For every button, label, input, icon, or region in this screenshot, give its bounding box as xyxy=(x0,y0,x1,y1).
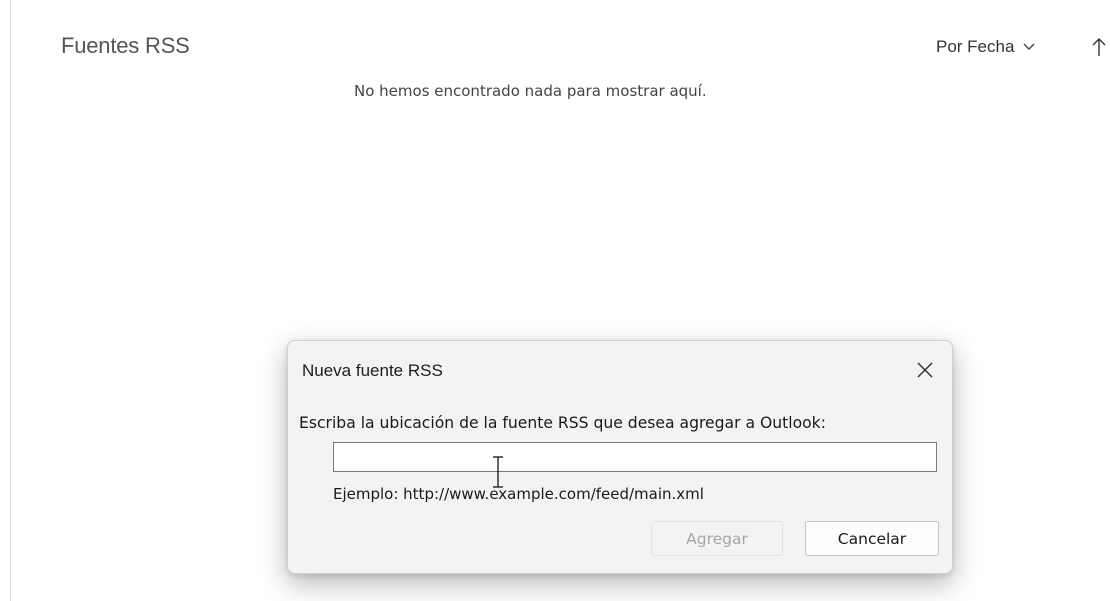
arrow-up-icon[interactable] xyxy=(1090,36,1108,58)
cancel-button[interactable]: Cancelar xyxy=(805,521,939,556)
folder-title: Fuentes RSS xyxy=(61,33,190,58)
close-button[interactable] xyxy=(910,355,940,385)
example-url-hint: Ejemplo: http://www.example.com/feed/mai… xyxy=(333,485,704,503)
sort-label: Por Fecha xyxy=(936,37,1015,56)
sort-dropdown[interactable]: Por Fecha xyxy=(936,37,1036,57)
rss-url-input[interactable] xyxy=(333,442,937,472)
dialog-prompt: Escriba la ubicación de la fuente RSS qu… xyxy=(299,414,826,432)
add-button[interactable]: Agregar xyxy=(651,521,783,556)
new-rss-feed-dialog: Nueva fuente RSS Escriba la ubicación de… xyxy=(287,340,953,574)
chevron-down-icon xyxy=(1023,43,1035,50)
close-icon xyxy=(917,362,933,378)
pane-divider xyxy=(10,0,11,601)
dialog-title: Nueva fuente RSS xyxy=(302,361,443,380)
empty-state-message: No hemos encontrado nada para mostrar aq… xyxy=(354,82,707,100)
